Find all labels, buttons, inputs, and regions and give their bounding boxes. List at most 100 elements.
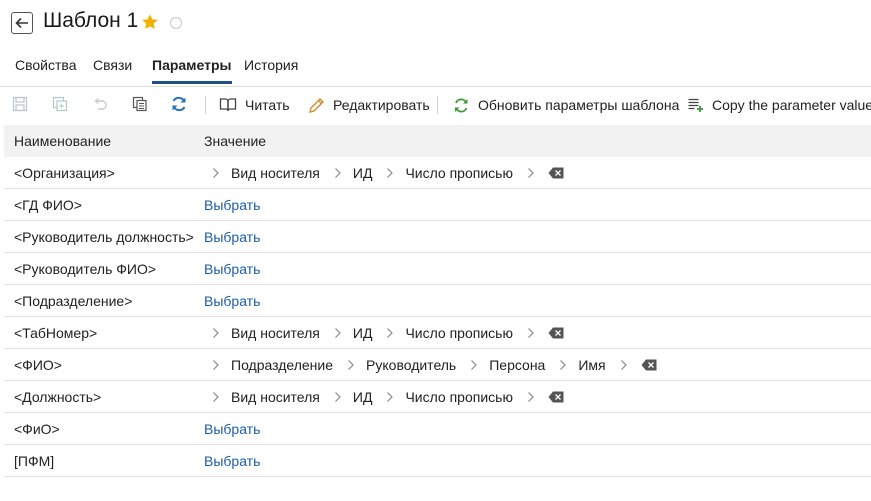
table-row[interactable]: <Подразделение> Выбрать	[4, 285, 871, 317]
param-value: Выбрать	[204, 413, 260, 444]
clear-icon[interactable]	[548, 166, 566, 180]
back-button[interactable]	[11, 12, 33, 34]
chevron-right-icon[interactable]	[378, 389, 402, 405]
table-row[interactable]: <ТабНомер> Вид носителя ИД Число прописью	[4, 317, 871, 349]
refresh-params-button[interactable]: Обновить параметры шаблона	[453, 93, 679, 117]
param-value: Вид носителя ИД Число прописью	[204, 317, 566, 348]
read-button[interactable]: Читать	[219, 93, 290, 117]
chevron-right-icon[interactable]	[519, 389, 543, 405]
chevron-right-icon[interactable]	[462, 357, 486, 373]
page-title: Шаблон 1	[43, 9, 139, 32]
chevron-right-icon[interactable]	[204, 389, 228, 405]
table-row[interactable]: [ПФМ] Выбрать	[4, 445, 871, 477]
read-label: Читать	[245, 97, 290, 113]
chevron-right-icon[interactable]	[378, 325, 402, 341]
param-name: <Руководитель ФИО>	[14, 261, 157, 277]
clear-icon[interactable]	[548, 390, 566, 404]
table-row[interactable]: <ФИО> Подразделение Руководитель Персона Имя	[4, 349, 871, 381]
save-as-icon	[52, 96, 68, 112]
chevron-right-icon[interactable]	[204, 325, 228, 341]
copy-button[interactable]	[131, 95, 149, 113]
copy-param-icon	[688, 98, 703, 112]
chevron-right-icon[interactable]	[612, 357, 636, 373]
param-name: <ФИО>	[14, 357, 62, 373]
path-segment[interactable]: Число прописью	[405, 389, 513, 405]
copy-param-value-label: Copy the parameter value	[712, 97, 871, 113]
chevron-right-icon[interactable]	[326, 325, 350, 341]
path-segment[interactable]: Число прописью	[405, 325, 513, 341]
toolbar-separator	[437, 96, 438, 114]
chevron-right-icon[interactable]	[519, 325, 543, 341]
path-segment[interactable]: Вид носителя	[231, 325, 320, 341]
column-header-name[interactable]: Наименование	[14, 133, 111, 149]
tab-history[interactable]: История	[244, 52, 298, 84]
chevron-right-icon[interactable]	[519, 165, 543, 181]
path-segment[interactable]: ИД	[353, 389, 373, 405]
table-row[interactable]: <ГД ФИО> Выбрать	[4, 189, 871, 221]
status-circle-icon[interactable]	[170, 17, 182, 29]
param-value: Выбрать	[204, 253, 260, 284]
path-segment[interactable]: Подразделение	[231, 357, 333, 373]
param-name: <ГД ФИО>	[14, 197, 82, 213]
refresh-button[interactable]	[170, 95, 188, 113]
param-name: <Организация>	[14, 165, 115, 181]
table-row[interactable]: <ФиО> Выбрать	[4, 413, 871, 445]
toolbar-separator	[205, 96, 206, 114]
chevron-right-icon[interactable]	[204, 357, 228, 373]
tab-parameters[interactable]: Параметры	[152, 52, 232, 84]
param-name: [ПФМ]	[14, 453, 55, 469]
param-name: <ТабНомер>	[14, 325, 98, 341]
path-segment[interactable]: Имя	[578, 357, 605, 373]
path-segment[interactable]: Вид носителя	[231, 389, 320, 405]
back-arrow-icon	[15, 17, 28, 29]
param-value: Выбрать	[204, 221, 260, 252]
param-name: <Подразделение>	[14, 293, 133, 309]
save-as-button[interactable]	[51, 95, 69, 113]
chevron-right-icon[interactable]	[378, 165, 402, 181]
select-link[interactable]: Выбрать	[204, 261, 260, 277]
tab-properties[interactable]: Свойства	[15, 52, 76, 84]
chevron-right-icon[interactable]	[326, 389, 350, 405]
path-segment[interactable]: Вид носителя	[231, 165, 320, 181]
select-link[interactable]: Выбрать	[204, 421, 260, 437]
copy-param-value-button[interactable]: Copy the parameter value	[687, 93, 871, 117]
refresh-params-label: Обновить параметры шаблона	[478, 97, 680, 113]
path-segment[interactable]: ИД	[353, 165, 373, 181]
path-segment[interactable]: Персона	[489, 357, 545, 373]
table-row[interactable]: <Должность> Вид носителя ИД Число прописью	[4, 381, 871, 413]
refresh-params-icon	[455, 97, 468, 113]
clear-icon[interactable]	[641, 358, 659, 372]
save-button[interactable]	[11, 95, 29, 113]
chevron-right-icon[interactable]	[339, 357, 363, 373]
select-link[interactable]: Выбрать	[204, 197, 260, 213]
undo-button[interactable]	[91, 95, 109, 113]
param-value: Вид носителя ИД Число прописью	[204, 157, 566, 188]
param-value: Выбрать	[204, 445, 260, 476]
table-row[interactable]: <Организация> Вид носителя ИД Число пропись…	[4, 157, 871, 189]
tab-bar: Свойства Связи Параметры История	[0, 52, 871, 84]
select-link[interactable]: Выбрать	[204, 453, 260, 469]
tab-links[interactable]: Связи	[93, 52, 132, 84]
edit-button[interactable]: Редактировать	[308, 93, 430, 117]
edit-label: Редактировать	[333, 97, 430, 113]
param-value: Выбрать	[204, 285, 260, 316]
pencil-icon	[309, 97, 324, 113]
table-row[interactable]: <Руководитель ФИО> Выбрать	[4, 253, 871, 285]
table-row[interactable]: <Руководитель должность> Выбрать	[4, 221, 871, 253]
path-segment[interactable]: Руководитель	[366, 357, 456, 373]
chevron-right-icon[interactable]	[551, 357, 575, 373]
toolbar: Читать Редактировать Обновить параметры …	[0, 86, 871, 122]
chevron-right-icon[interactable]	[204, 165, 228, 181]
book-icon	[219, 98, 237, 112]
path-segment[interactable]: Число прописью	[405, 165, 513, 181]
select-link[interactable]: Выбрать	[204, 293, 260, 309]
star-icon[interactable]	[141, 13, 159, 31]
clear-icon[interactable]	[548, 326, 566, 340]
refresh-icon	[172, 96, 186, 112]
chevron-right-icon[interactable]	[326, 165, 350, 181]
select-link[interactable]: Выбрать	[204, 229, 260, 245]
column-header-value[interactable]: Значение	[204, 133, 266, 149]
path-segment[interactable]: ИД	[353, 325, 373, 341]
param-value: Вид носителя ИД Число прописью	[204, 381, 566, 412]
param-name: <Должность>	[14, 389, 102, 405]
